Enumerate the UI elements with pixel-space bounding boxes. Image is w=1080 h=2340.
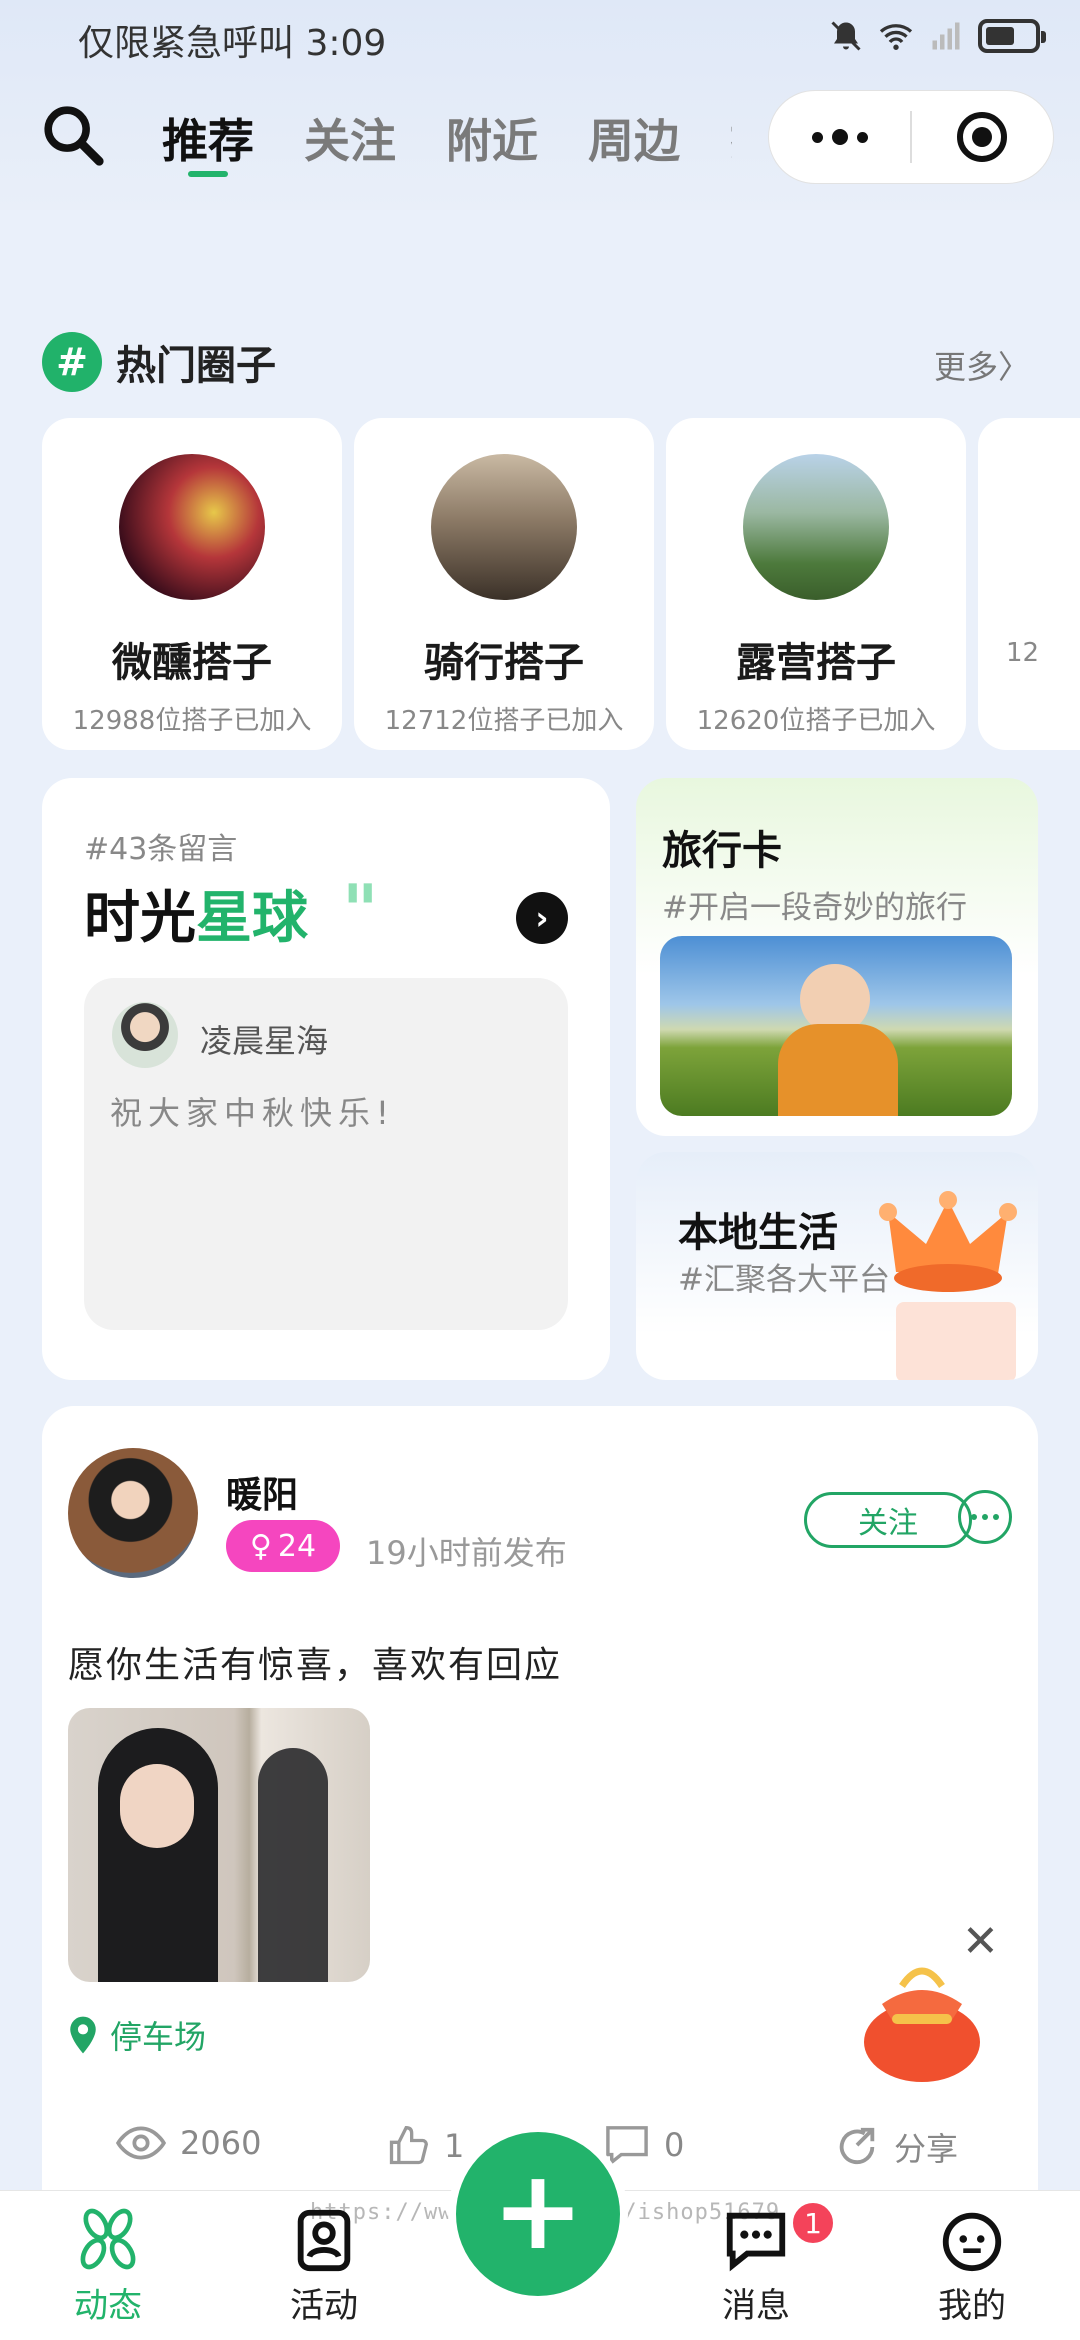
circle-members: 12988位搭子已加入 [72, 706, 312, 736]
mute-bell-icon [831, 21, 861, 51]
circle-name: 露营搭子 [736, 640, 896, 686]
hashtag-icon: # [42, 332, 102, 392]
tab-feed[interactable]: 动态 [38, 2190, 178, 2340]
tab-recommend[interactable]: 推荐 [162, 105, 254, 177]
status-text: 仅限紧急呼叫 3:09 [78, 23, 387, 64]
tab-feed-label: 动态 [74, 2286, 142, 2326]
circle-card-camping[interactable]: 露营搭子 12620位搭子已加入 [666, 418, 966, 750]
travel-card[interactable]: 旅行卡 #开启一段奇妙的旅行 [636, 778, 1038, 1136]
message-icon [726, 2212, 786, 2272]
travel-image [660, 936, 1012, 1116]
circle-members: 12 [1006, 638, 1040, 668]
tab-profile[interactable]: 我的 [902, 2190, 1042, 2340]
message-count: #43条留言 [84, 832, 238, 867]
tab-around[interactable]: 周边 [588, 105, 680, 171]
author-name[interactable]: 暖阳 [226, 1466, 298, 1518]
travel-card-title: 旅行卡 [662, 828, 782, 874]
circle-image-cycling [431, 454, 577, 600]
time-planet-card[interactable]: #43条留言 时光星球 " › 凌晨星海 祝大家中秋快乐! [42, 778, 610, 1380]
arrow-right-icon[interactable]: › [516, 892, 568, 944]
plus-icon: + [491, 2146, 585, 2274]
like-button[interactable]: 1 [386, 2124, 464, 2168]
post-time: 19小时前发布 [366, 1534, 567, 1572]
battery-icon [978, 19, 1046, 53]
tab-messages-label: 消息 [722, 2286, 790, 2326]
signal-icon [932, 22, 960, 50]
message-preview: 凌晨星海 祝大家中秋快乐! [84, 978, 568, 1330]
top-tabs: 推荐 关注 附近 周边 搭 [162, 105, 732, 185]
time-planet-title: 时光星球 [84, 886, 308, 951]
circle-members: 12620位搭子已加入 [696, 706, 936, 736]
avatar[interactable] [68, 1448, 198, 1578]
status-icons [828, 18, 1046, 54]
post-text: 愿你生活有惊喜，喜欢有回应 [68, 1645, 563, 1686]
quote-mark-icon: " [342, 870, 379, 952]
tab-activity[interactable]: 活动 [254, 2190, 394, 2340]
more-options-icon[interactable] [958, 1490, 1012, 1544]
more-icon[interactable] [769, 90, 910, 184]
miniprogram-capsule [768, 90, 1054, 184]
unread-badge: 1 [790, 2200, 836, 2246]
wifi-icon [879, 24, 913, 50]
local-life-subtitle: #汇聚各大平台 [678, 1262, 890, 1298]
tab-following[interactable]: 关注 [304, 105, 396, 171]
post-image[interactable] [68, 1708, 370, 1982]
more-link[interactable]: 更多〉 [934, 342, 1030, 388]
local-life-title: 本地生活 [678, 1210, 838, 1256]
tab-profile-label: 我的 [938, 2286, 1006, 2326]
location-label: 停车场 [110, 2018, 207, 2056]
follow-button[interactable]: 关注 [804, 1492, 972, 1548]
circle-name: 骑行搭子 [424, 640, 584, 686]
share-button[interactable]: 分享 [834, 2124, 958, 2170]
comment-icon [606, 2126, 648, 2166]
gender-age-badge: ♀ 24 [226, 1520, 340, 1572]
eye-icon [116, 2126, 166, 2160]
message-text: 祝大家中秋快乐! [110, 1094, 395, 1132]
comment-button[interactable]: 0 [604, 2124, 684, 2166]
location[interactable]: 停车场 [66, 2012, 206, 2058]
close-miniprogram-icon[interactable] [912, 90, 1053, 184]
circle-name: 微醺搭子 [112, 640, 272, 686]
tab-nearby[interactable]: 附近 [446, 105, 538, 171]
search-icon[interactable] [38, 100, 108, 170]
circle-image-drinks [119, 454, 265, 600]
circle-card-drinks[interactable]: 微醺搭子 12988位搭子已加入 [42, 418, 342, 750]
lucky-bag-icon[interactable] [852, 1956, 992, 2086]
message-author: 凌晨星海 [200, 1022, 329, 1060]
circle-card-partial[interactable]: 12 [978, 418, 1080, 750]
smiley-icon [942, 2212, 1002, 2272]
travel-card-subtitle: #开启一段奇妙的旅行 [662, 890, 967, 926]
local-life-card[interactable]: 本地生活 #汇聚各大平台 [636, 1152, 1038, 1380]
share-icon [839, 2127, 875, 2165]
female-icon: ♀ [249, 1528, 272, 1564]
location-pin-icon [70, 2016, 96, 2054]
views-stat: 2060 [116, 2124, 261, 2162]
leaf-icon [80, 2208, 136, 2270]
add-post-button[interactable]: + [448, 2124, 628, 2304]
hot-circles-header: # 热门圈子 [42, 332, 276, 392]
hot-circles-title: 热门圈子 [116, 343, 276, 389]
tab-partner[interactable]: 搭 [730, 105, 732, 171]
tab-activity-label: 活动 [290, 2286, 358, 2326]
crown-icon [879, 1191, 1017, 1380]
avatar [112, 1002, 178, 1068]
circle-image-camping [743, 454, 889, 600]
circle-members: 12712位搭子已加入 [384, 706, 624, 736]
circle-card-cycling[interactable]: 骑行搭子 12712位搭子已加入 [354, 418, 654, 750]
badge-icon [297, 2209, 351, 2272]
thumbs-up-icon [389, 2126, 428, 2165]
